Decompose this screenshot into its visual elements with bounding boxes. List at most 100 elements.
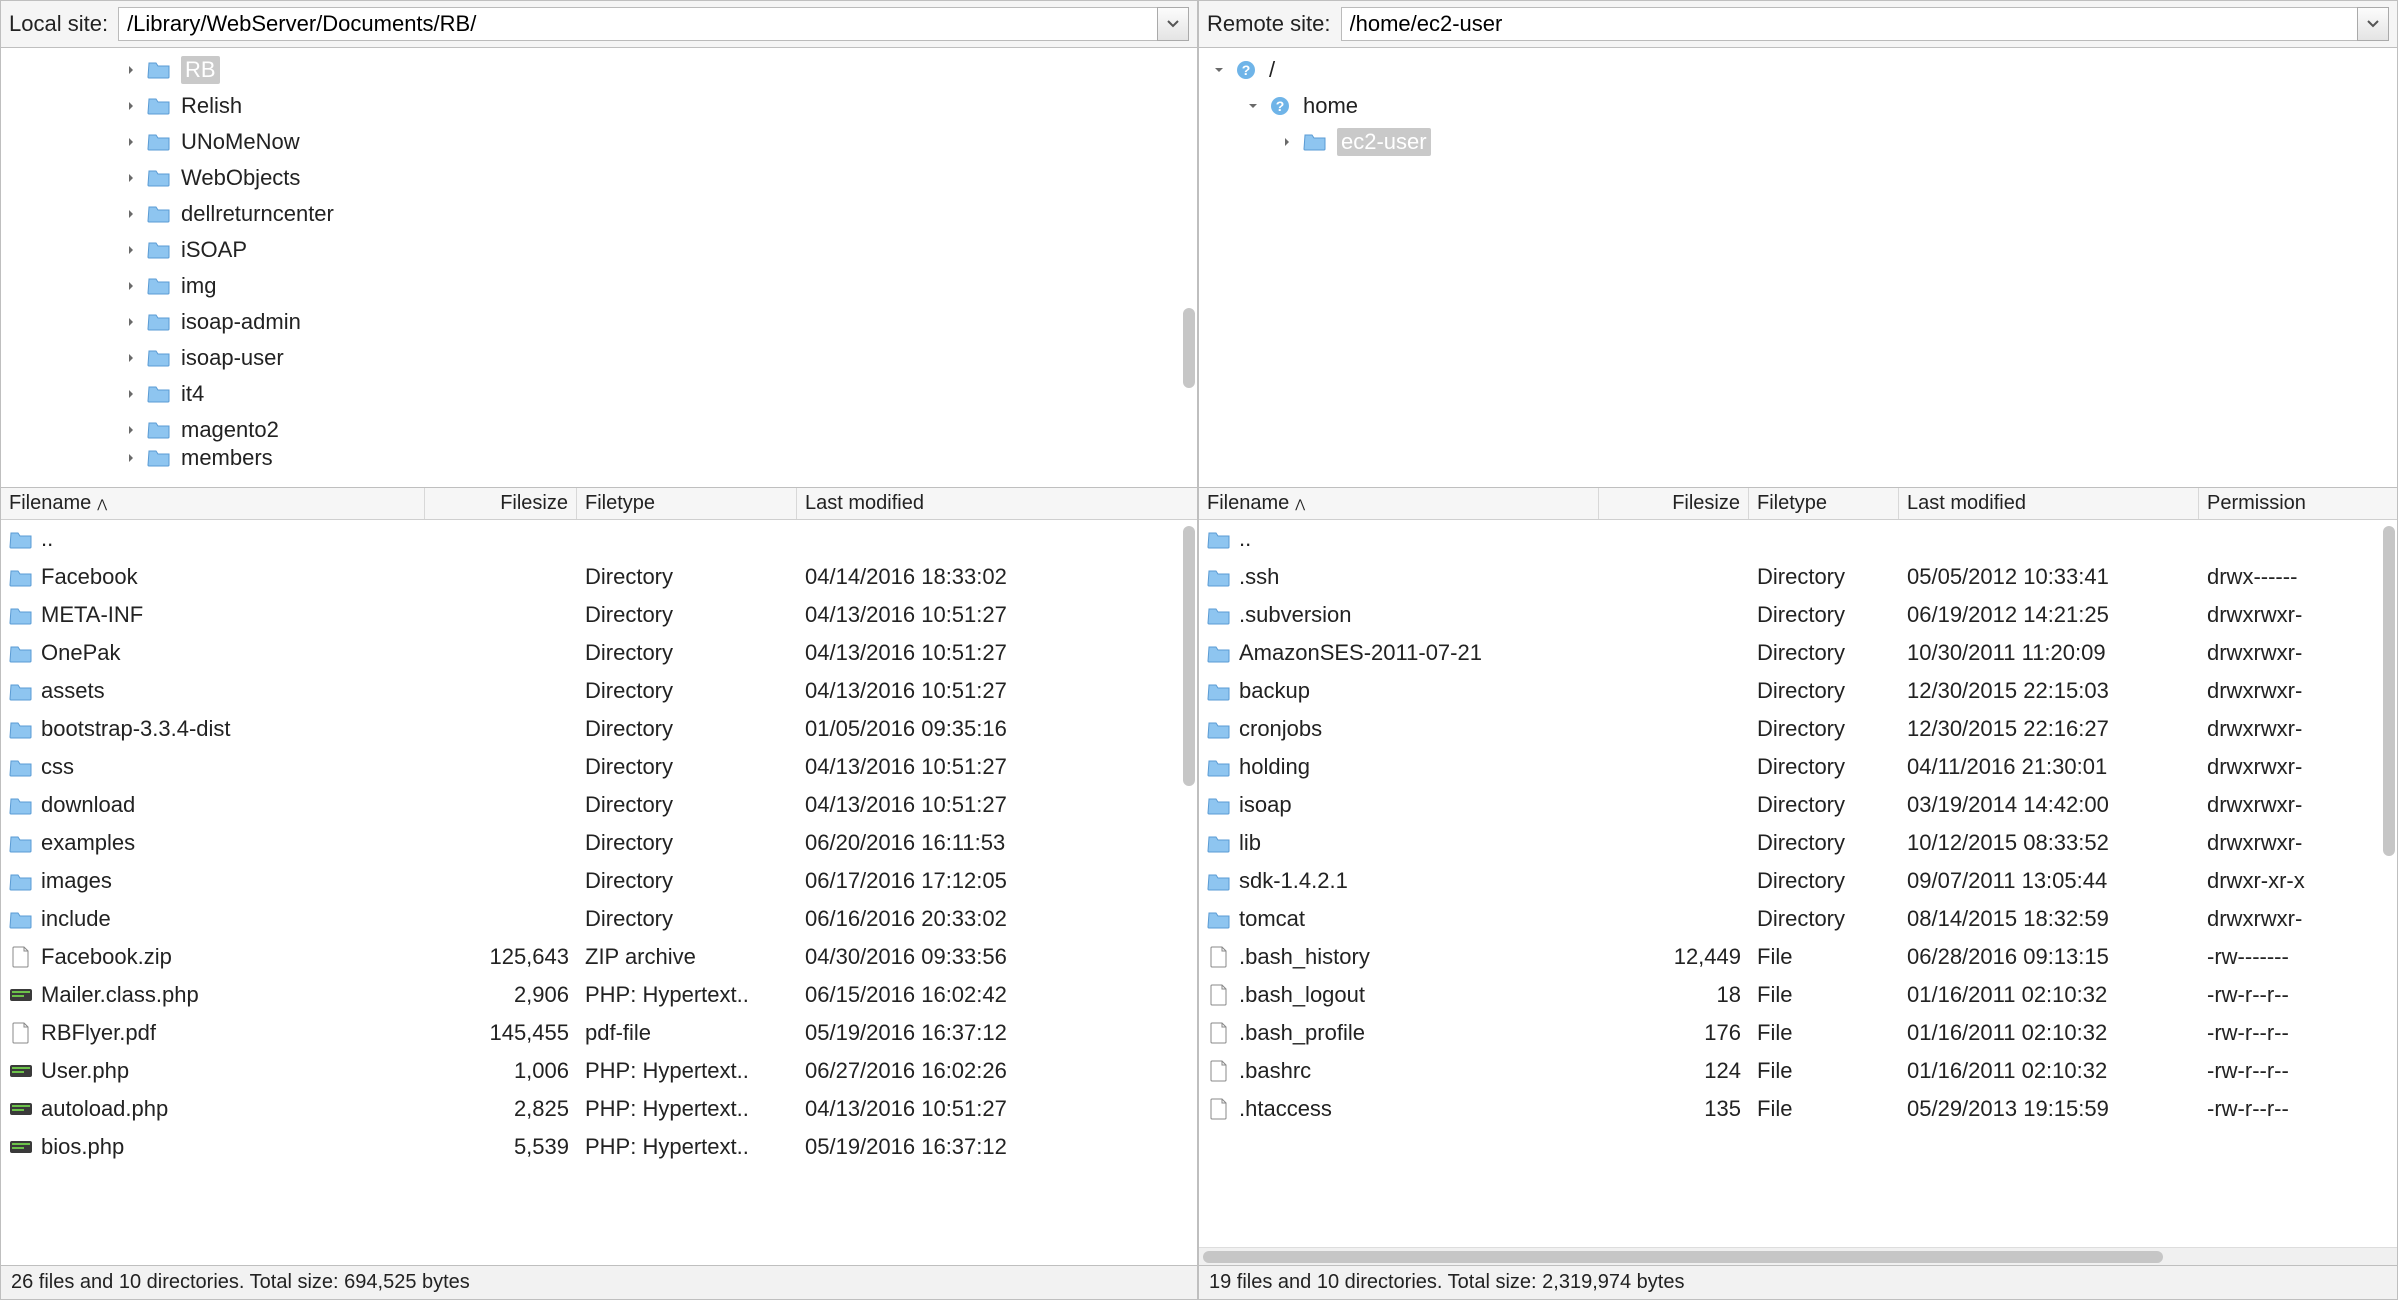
disclosure-right-icon[interactable] [123,278,139,294]
disclosure-right-icon[interactable] [123,422,139,438]
tree-item[interactable]: UNoMeNow [1,124,1197,160]
folder-icon [1207,794,1231,816]
col-filename[interactable]: Filename⋀ [1199,488,1599,519]
col-modified[interactable]: Last modified [1899,488,2199,519]
col-filesize[interactable]: Filesize [425,488,577,519]
tree-item-label: UNoMeNow [181,129,300,155]
disclosure-right-icon[interactable] [123,98,139,114]
tree-item[interactable]: img [1,268,1197,304]
list-item[interactable]: sdk-1.4.2.1Directory09/07/2011 13:05:44d… [1199,862,2397,900]
list-item[interactable]: FacebookDirectory04/14/2016 18:33:02 [1,558,1197,596]
tree-item[interactable]: dellreturncenter [1,196,1197,232]
local-path-dropdown-button[interactable] [1157,7,1189,41]
list-item[interactable]: Mailer.class.php2,906PHP: Hypertext..06/… [1,976,1197,1014]
remote-path-input[interactable] [1341,7,2358,41]
list-item[interactable]: assetsDirectory04/13/2016 10:51:27 [1,672,1197,710]
list-item[interactable]: User.php1,006PHP: Hypertext..06/27/2016 … [1,1052,1197,1090]
cell-modified: 05/29/2013 19:15:59 [1899,1096,2199,1122]
list-item[interactable]: holdingDirectory04/11/2016 21:30:01drwxr… [1199,748,2397,786]
cell-filename: sdk-1.4.2.1 [1199,868,1599,894]
list-item[interactable]: RBFlyer.pdf145,455pdf-file05/19/2016 16:… [1,1014,1197,1052]
list-item[interactable]: cronjobsDirectory12/30/2015 22:16:27drwx… [1199,710,2397,748]
col-filetype[interactable]: Filetype [1749,488,1899,519]
scrollbar-thumb[interactable] [2383,526,2395,856]
tree-item[interactable]: it4 [1,376,1197,412]
list-item[interactable]: .subversionDirectory06/19/2012 14:21:25d… [1199,596,2397,634]
tree-item[interactable]: RB [1,52,1197,88]
tree-item-label: it4 [181,381,204,407]
tree-item[interactable]: iSOAP [1,232,1197,268]
list-item[interactable]: .. [1,520,1197,558]
list-item[interactable]: .bash_history12,449File06/28/2016 09:13:… [1199,938,2397,976]
disclosure-right-icon[interactable] [1279,134,1295,150]
scrollbar-thumb[interactable] [1183,308,1195,388]
remote-list[interactable]: ...sshDirectory05/05/2012 10:33:41drwx--… [1199,520,2397,1247]
list-item[interactable]: .htaccess135File05/29/2013 19:15:59-rw-r… [1199,1090,2397,1128]
list-item[interactable]: META-INFDirectory04/13/2016 10:51:27 [1,596,1197,634]
disclosure-down-icon[interactable] [1245,98,1261,114]
local-list-header: Filename⋀ Filesize Filetype Last modifie… [1,488,1197,520]
disclosure-right-icon[interactable] [123,242,139,258]
list-item[interactable]: examplesDirectory06/20/2016 16:11:53 [1,824,1197,862]
file-icon [1207,984,1231,1006]
local-path-input[interactable] [118,7,1157,41]
col-modified[interactable]: Last modified [797,488,1167,519]
col-filesize[interactable]: Filesize [1599,488,1749,519]
list-item[interactable]: bios.php5,539PHP: Hypertext..05/19/2016 … [1,1128,1197,1166]
col-filetype[interactable]: Filetype [577,488,797,519]
cell-permissions: drwxrwxr- [2199,830,2359,856]
tree-item[interactable]: ec2-user [1199,124,2397,160]
list-item[interactable]: Facebook.zip125,643ZIP archive04/30/2016… [1,938,1197,976]
cell-filetype: Directory [1749,906,1899,932]
scrollbar-thumb[interactable] [1203,1251,2163,1263]
remote-hscroll[interactable] [1199,1247,2397,1265]
col-filename[interactable]: Filename⋀ [1,488,425,519]
tree-item[interactable]: WebObjects [1,160,1197,196]
list-item[interactable]: includeDirectory06/16/2016 20:33:02 [1,900,1197,938]
list-item[interactable]: .sshDirectory05/05/2012 10:33:41drwx----… [1199,558,2397,596]
filename-text: .subversion [1239,602,1352,628]
disclosure-right-icon[interactable] [123,314,139,330]
tree-item[interactable]: magento2 [1,412,1197,448]
list-item[interactable]: AmazonSES-2011-07-21Directory10/30/2011 … [1199,634,2397,672]
filename-text: bootstrap-3.3.4-dist [41,716,231,742]
disclosure-right-icon[interactable] [123,206,139,222]
disclosure-right-icon[interactable] [123,134,139,150]
disclosure-right-icon[interactable] [123,450,139,466]
cell-modified: 04/13/2016 10:51:27 [797,678,1167,704]
list-item[interactable]: autoload.php2,825PHP: Hypertext..04/13/2… [1,1090,1197,1128]
list-item[interactable]: .bash_profile176File01/16/2011 02:10:32-… [1199,1014,2397,1052]
scrollbar-thumb[interactable] [1183,526,1195,786]
list-item[interactable]: cssDirectory04/13/2016 10:51:27 [1,748,1197,786]
remote-tree[interactable]: ?/?homeec2-user [1199,48,2397,488]
list-item[interactable]: OnePakDirectory04/13/2016 10:51:27 [1,634,1197,672]
list-item[interactable]: .. [1199,520,2397,558]
list-item[interactable]: .bash_logout18File01/16/2011 02:10:32-rw… [1199,976,2397,1014]
tree-item[interactable]: ?home [1199,88,2397,124]
filename-text: cronjobs [1239,716,1322,742]
list-item[interactable]: isoapDirectory03/19/2014 14:42:00drwxrwx… [1199,786,2397,824]
disclosure-down-icon[interactable] [1211,62,1227,78]
tree-item[interactable]: members [1,448,1197,468]
list-item[interactable]: downloadDirectory04/13/2016 10:51:27 [1,786,1197,824]
tree-item[interactable]: Relish [1,88,1197,124]
disclosure-right-icon[interactable] [123,350,139,366]
list-item[interactable]: imagesDirectory06/17/2016 17:12:05 [1,862,1197,900]
folder-icon [147,167,173,189]
local-tree[interactable]: RBRelish UNoMeNow WebObjectsdellreturncent… [1,48,1197,488]
list-item[interactable]: libDirectory10/12/2015 08:33:52drwxrwxr- [1199,824,2397,862]
disclosure-right-icon[interactable] [123,170,139,186]
local-list[interactable]: ..FacebookDirectory04/14/2016 18:33:02ME… [1,520,1197,1265]
col-permissions[interactable]: Permission [2199,488,2359,519]
disclosure-right-icon[interactable] [123,62,139,78]
list-item[interactable]: bootstrap-3.3.4-distDirectory01/05/2016 … [1,710,1197,748]
tree-item[interactable]: isoap-user [1,340,1197,376]
disclosure-right-icon[interactable] [123,386,139,402]
tree-item[interactable]: ?/ [1199,52,2397,88]
list-item[interactable]: tomcatDirectory08/14/2015 18:32:59drwxrw… [1199,900,2397,938]
list-item[interactable]: .bashrc124File01/16/2011 02:10:32-rw-r--… [1199,1052,2397,1090]
remote-path-dropdown-button[interactable] [2357,7,2389,41]
list-item[interactable]: backupDirectory12/30/2015 22:15:03drwxrw… [1199,672,2397,710]
folder-icon [147,311,173,333]
tree-item[interactable]: isoap-admin [1,304,1197,340]
